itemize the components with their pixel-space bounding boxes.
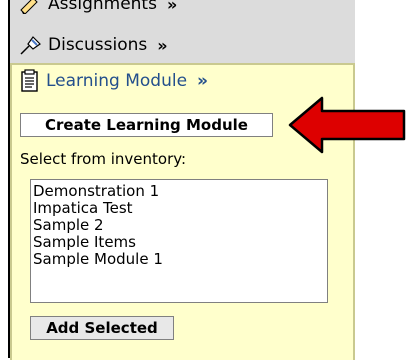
inventory-item[interactable]: Sample Module 1 [33, 251, 325, 268]
inventory-item[interactable]: Demonstration 1 [33, 183, 325, 200]
red-arrow-icon [288, 96, 406, 154]
nav-item-discussions[interactable]: Discussions » [10, 31, 355, 59]
chevron-right-icon: » [197, 71, 209, 91]
nav-label-learning-module: Learning Module [46, 71, 188, 91]
document-icon [20, 69, 40, 93]
pencil-icon [18, 0, 42, 15]
select-inventory-label: Select from inventory: [20, 150, 187, 168]
add-selected-button[interactable]: Add Selected [30, 316, 174, 340]
nav-item-learning-module[interactable]: Learning Module » [12, 69, 208, 93]
nav-item-assignments[interactable]: Assignments » [10, 0, 355, 18]
inventory-item[interactable]: Sample Items [33, 234, 325, 251]
nav-label-discussions: Discussions [48, 35, 148, 55]
inventory-item[interactable]: Sample 2 [33, 217, 325, 234]
chevron-right-icon: » [166, 0, 178, 14]
create-learning-module-button[interactable]: Create Learning Module [20, 113, 273, 137]
inventory-item[interactable]: Impatica Test [33, 200, 325, 217]
nav-label-assignments: Assignments [48, 0, 157, 14]
chevron-right-icon: » [157, 35, 168, 55]
left-border [0, 0, 10, 358]
pin-icon [18, 34, 42, 56]
inventory-listbox[interactable]: Demonstration 1 Impatica Test Sample 2 S… [30, 179, 328, 303]
